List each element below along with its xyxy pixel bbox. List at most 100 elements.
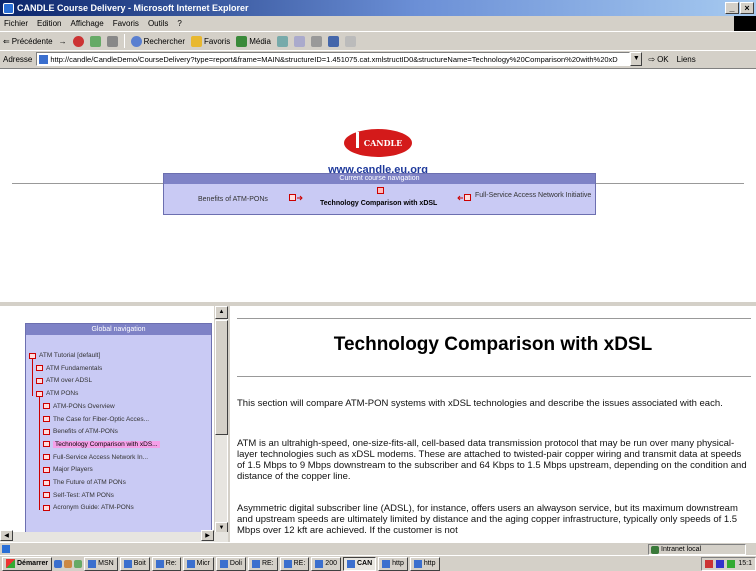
tree-item[interactable]: Technology Comparison with xDS... [43,440,160,448]
tree-item[interactable]: Acronym Guide: ATM-PONs [43,504,134,511]
folder-icon [43,492,50,499]
refresh-button[interactable] [89,35,101,47]
print-button[interactable] [311,35,323,47]
quicklaunch-desktop-icon[interactable] [64,559,73,568]
back-button[interactable]: ⇐ Précédente [3,37,53,46]
tree-item[interactable]: The Case for Fiber-Optic Acces... [43,416,149,423]
address-input[interactable]: http://candle/CandleDemo/CourseDelivery?… [36,52,631,66]
content-frame: Technology Comparison with xDSL This sec… [230,306,756,542]
minimize-button[interactable]: _ [725,2,739,14]
history-button[interactable] [277,35,289,47]
menu-help[interactable]: ? [177,19,181,28]
taskbar-window-button[interactable]: Boit [119,556,150,571]
tree-connector [32,358,33,397]
tray-icon[interactable] [705,559,714,568]
favorites-button[interactable]: Favoris [190,35,230,47]
paragraph: This section will compare ATM-PON system… [237,398,723,409]
next-arrow-icon[interactable] [457,194,471,202]
tray-icon[interactable] [716,559,725,568]
menu-edit[interactable]: Edition [37,19,61,28]
windows-logo-icon [734,16,756,31]
media-label: Média [249,36,272,46]
scroll-left-button[interactable]: ◀ [0,530,13,541]
forward-button[interactable]: → [59,37,67,46]
taskbar-window-button[interactable]: Re: [151,556,181,571]
tree-item[interactable]: The Future of ATM PONs [43,479,126,486]
favorites-icon [190,35,202,47]
tree-item[interactable]: Benefits of ATM-PONs [43,428,118,435]
taskbar-window-button[interactable]: 200 [311,556,341,571]
global-navigation-panel: Global navigation ATM Tutorial [default]… [25,323,212,533]
refresh-icon [89,35,101,47]
clock: 15:1 [738,560,752,567]
tree-item[interactable]: ATM PONs [36,390,78,397]
app-icon [155,559,164,568]
stop-button[interactable] [72,35,84,47]
mail-icon [294,35,306,47]
tree-item-label: Technology Comparison with xDS... [53,440,160,448]
edit-button[interactable] [328,35,340,47]
intranet-icon [651,545,659,554]
menu-tools[interactable]: Outils [148,19,168,28]
search-button[interactable]: Rechercher [130,35,185,47]
app-icon [123,559,132,568]
taskbar-window-button[interactable]: RE: [247,556,278,571]
tree-item[interactable]: Major Players [43,466,93,473]
current-topic-icon [377,187,384,194]
taskbar-window-button[interactable]: MSN [84,556,118,571]
tree-item-label: The Future of ATM PONs [53,479,126,486]
folder-icon [43,403,50,410]
tree-item-label: ATM-PONs Overview [53,402,115,410]
mail-button[interactable] [294,35,306,47]
taskbar-window-button[interactable]: Doli [215,556,246,571]
folder-icon [36,365,43,372]
menu-bar: Fichier Edition Affichage Favoris Outils… [0,16,756,31]
discuss-button[interactable] [345,35,357,47]
scroll-right-button[interactable]: ▶ [201,530,214,541]
quicklaunch-outlook-icon[interactable] [74,559,83,568]
tree-item[interactable]: Self-Test: ATM PONs [43,492,114,499]
content-top-rule [237,318,751,319]
taskbar-button-label: http [423,560,436,567]
tree-item[interactable]: ATM Fundamentals [36,365,102,372]
next-topic-link[interactable]: Full-Service Access Network Initiative [475,191,595,200]
media-button[interactable]: Média [236,35,272,47]
taskbar-window-button[interactable]: Micr [182,556,214,571]
taskbar-window-button[interactable]: http [378,556,408,571]
scroll-thumb[interactable] [215,320,228,435]
search-icon [130,35,142,47]
tree-item[interactable]: ATM over ADSL [36,377,92,384]
status-bar: Intranet local [0,542,756,555]
candle-logo[interactable]: CANDLE [344,129,412,157]
previous-topic-link[interactable]: Benefits of ATM-PONs [198,196,268,203]
taskbar-window-button[interactable]: RE: [279,556,310,571]
taskbar-button-label: MSN [98,560,114,567]
menu-file[interactable]: Fichier [4,19,28,28]
start-button[interactable]: Démarrer [2,556,53,571]
page-title: Technology Comparison with xDSL [333,334,653,355]
menu-view[interactable]: Affichage [70,19,103,28]
scroll-up-button[interactable]: ▲ [215,306,228,319]
links-button[interactable]: Liens [677,55,696,64]
horizontal-scrollbar[interactable]: ◀ ▶ [0,530,228,542]
tree-item[interactable]: Full-Service Access Network In... [43,454,148,461]
taskbar-window-button[interactable]: http [409,556,440,571]
vertical-scrollbar[interactable]: ▲ ▼ [214,306,228,535]
menu-favorites[interactable]: Favoris [113,19,139,28]
go-button[interactable]: ⇨ OK [648,55,668,64]
quicklaunch-ie-icon[interactable] [54,559,63,568]
window-controls: _ × [725,2,754,14]
close-button[interactable]: × [740,2,754,14]
tree-item[interactable]: ATM Tutorial [default] [29,352,100,359]
navigation-frame: Global navigation ATM Tutorial [default]… [0,306,228,535]
taskbar-button-label: Re: [165,560,177,567]
home-button[interactable] [106,35,118,47]
tree-item[interactable]: ATM-PONs Overview [43,403,115,410]
tray-icon[interactable] [727,559,736,568]
tree-item-label: ATM over ADSL [46,377,93,385]
previous-arrow-icon[interactable] [289,194,303,202]
app-icon [283,559,292,568]
address-dropdown-button[interactable]: ▼ [630,52,643,66]
taskbar-window-button[interactable]: CAN [342,556,377,571]
window-titlebar[interactable]: CANDLE Course Delivery - Microsoft Inter… [0,0,756,16]
